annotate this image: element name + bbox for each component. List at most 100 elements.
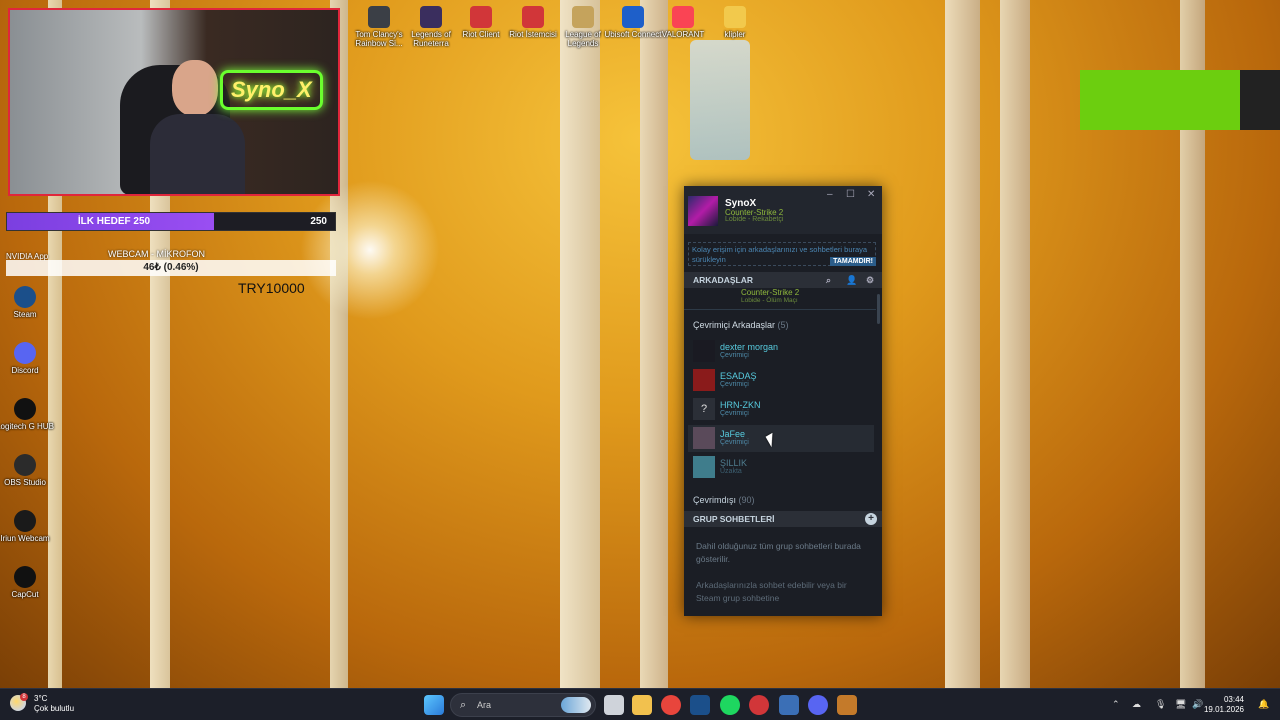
clock-time: 03:44 [1223, 695, 1244, 704]
desktop-icon[interactable]: Logitech G HUB [0, 398, 54, 431]
friend-avatar[interactable] [693, 369, 715, 391]
desktop-icon-label: Iriun Webcam [0, 534, 50, 543]
app-icon [14, 342, 36, 364]
app-icon [420, 6, 442, 28]
tip-ok-button[interactable]: TAMAMDIR! [830, 257, 876, 266]
app-icon [14, 286, 36, 308]
weather-temp: 3°C [34, 694, 48, 703]
desktop-icon-label: Logitech G HUB [0, 422, 54, 431]
clock-date: 19.01.2026 [1203, 705, 1244, 714]
desktop-icon[interactable]: VALORANT [654, 6, 712, 39]
microphone-icon[interactable]: 🎙 [1155, 699, 1166, 710]
friend-row[interactable]: ŞILLIK Uzakta [688, 454, 874, 481]
user-status: Lobide - Rekabetçi [725, 216, 784, 223]
search-placeholder: Ara [477, 700, 492, 710]
notification-bell-icon[interactable]: 🔔 [1258, 699, 1269, 710]
app-icon [14, 454, 36, 476]
streamer-shirt [150, 114, 245, 194]
desktop-icon[interactable]: Steam [0, 286, 54, 319]
spotify-icon[interactable] [720, 695, 740, 715]
app-icon [724, 6, 746, 28]
game-app-icon[interactable] [779, 695, 799, 715]
onedrive-icon[interactable]: ☁ [1132, 699, 1141, 710]
offline-count: (90) [738, 495, 755, 505]
desktop-icon[interactable]: Riot Client [452, 6, 510, 39]
add-friend-icon[interactable]: 👤 [846, 275, 857, 286]
green-overlay-box [1080, 70, 1280, 130]
sun-glare [300, 180, 440, 320]
tip-goal: TRY10000 [238, 280, 305, 296]
app-icon [368, 6, 390, 28]
file-explorer-icon[interactable] [632, 695, 652, 715]
desktop-icon-label: Riot Client [462, 30, 500, 39]
network-icon[interactable]: 🖥 [1175, 699, 1186, 710]
weather-desc: Çok bulutlu [34, 704, 75, 713]
friend-row-partial[interactable]: Counter-Strike 2 Lobide - Ölüm Maçı [684, 288, 876, 310]
online-title: Çevrimiçi Arkadaşlar [693, 320, 776, 330]
add-group-icon[interactable]: + [865, 513, 877, 525]
friend-avatar[interactable] [693, 456, 715, 478]
search-box[interactable]: ⌕ Ara [450, 693, 596, 717]
neon-sign: Syno_X [220, 70, 323, 110]
friend-name: dexter morgan [720, 342, 779, 352]
steam-friends-window[interactable]: SynoX Counter-Strike 2 Lobide - Rekabetç… [684, 186, 882, 616]
app-icon [14, 510, 36, 532]
friend-name: ŞILLIK [720, 458, 748, 468]
task-view-icon[interactable] [604, 695, 624, 715]
riot-icon[interactable] [749, 695, 769, 715]
friend-avatar[interactable]: ? [693, 398, 715, 420]
obs-icon[interactable] [837, 695, 857, 715]
goal-value: 250 [310, 216, 327, 227]
group-chats-header[interactable]: GRUP SOHBETLERİ + [684, 511, 882, 527]
clock[interactable]: 03:44 19.01.2026 [1204, 695, 1244, 715]
partial-status: Lobide - Ölüm Maçı [741, 297, 798, 304]
friend-status: Uzakta [720, 468, 742, 475]
desktop-icon-label: Tom Clancy's Rainbow Si... [355, 30, 403, 48]
desktop-icon-label: Steam [13, 310, 37, 319]
friend-row[interactable]: dexter morgan Çevrimiçi [688, 338, 874, 365]
friend-status: Çevrimiçi [720, 352, 749, 359]
taskbar: 8 3°C Çok bulutlu ⌕ Ara ⌃ ☁ 🎙 🖥 🔊 03:44 … [0, 688, 1280, 720]
desktop-icon-label: klipler [724, 30, 746, 39]
desktop-icon[interactable]: Iriun Webcam [0, 510, 54, 543]
desktop-icon[interactable]: OBS Studio [0, 454, 54, 487]
discord-icon[interactable] [808, 695, 828, 715]
friend-row[interactable]: JaFee Çevrimiçi [688, 425, 874, 452]
search-icon[interactable]: ⌕ [826, 275, 831, 286]
desktop-icon[interactable]: Tom Clancy's Rainbow Si... [350, 6, 408, 48]
app-icon [672, 6, 694, 28]
minimize-icon[interactable]: – [827, 189, 833, 200]
friend-avatar[interactable] [693, 340, 715, 362]
desktop-icon[interactable]: CapCut [0, 566, 54, 599]
friend-row[interactable]: ? HRN-ZKN Çevrimiçi [688, 396, 874, 423]
windows-start-icon[interactable] [424, 695, 444, 715]
friend-name: JaFee [720, 429, 746, 439]
steam-icon[interactable] [690, 695, 710, 715]
friends-header-label: ARKADAŞLAR [693, 275, 753, 285]
chevron-up-icon[interactable]: ⌃ [1112, 699, 1120, 710]
desktop-icon-label: Discord [11, 366, 39, 375]
user-avatar[interactable] [688, 196, 718, 226]
friend-row[interactable]: ESADAŞ Çevrimiçi [688, 367, 874, 394]
friend-status: Çevrimiçi [720, 410, 749, 417]
desktop-icon[interactable]: Discord [0, 342, 54, 375]
group-chats-label: GRUP SOHBETLERİ [693, 514, 775, 524]
settings-icon[interactable]: ⚙ [866, 275, 874, 286]
goal-label: İLK HEDEF 250 [77, 216, 151, 227]
volume-icon[interactable]: 🔊 [1192, 699, 1203, 710]
app-icon [470, 6, 492, 28]
group-chats-info-2: Arkadaşlarınızla sohbet edebilir veya bi… [696, 580, 847, 603]
friends-scrollbar[interactable] [877, 294, 880, 324]
weather-widget[interactable]: 8 3°C Çok bulutlu [10, 693, 90, 717]
online-section-title[interactable]: Çevrimiçi Arkadaşlar (5) [693, 320, 789, 330]
goal-progress-bar: İLK HEDEF 250 250 [6, 212, 336, 231]
friend-avatar[interactable] [693, 427, 715, 449]
offline-title: Çevrimdışı [693, 495, 737, 505]
offline-section-title[interactable]: Çevrimdışı (90) [693, 495, 755, 505]
maximize-icon[interactable]: ☐ [846, 189, 855, 200]
steam-user-header[interactable]: SynoX Counter-Strike 2 Lobide - Rekabetç… [684, 186, 882, 234]
close-icon[interactable]: ✕ [867, 189, 875, 200]
chrome-icon[interactable] [661, 695, 681, 715]
app-icon [622, 6, 644, 28]
desktop-icon[interactable]: klipler [706, 6, 764, 39]
